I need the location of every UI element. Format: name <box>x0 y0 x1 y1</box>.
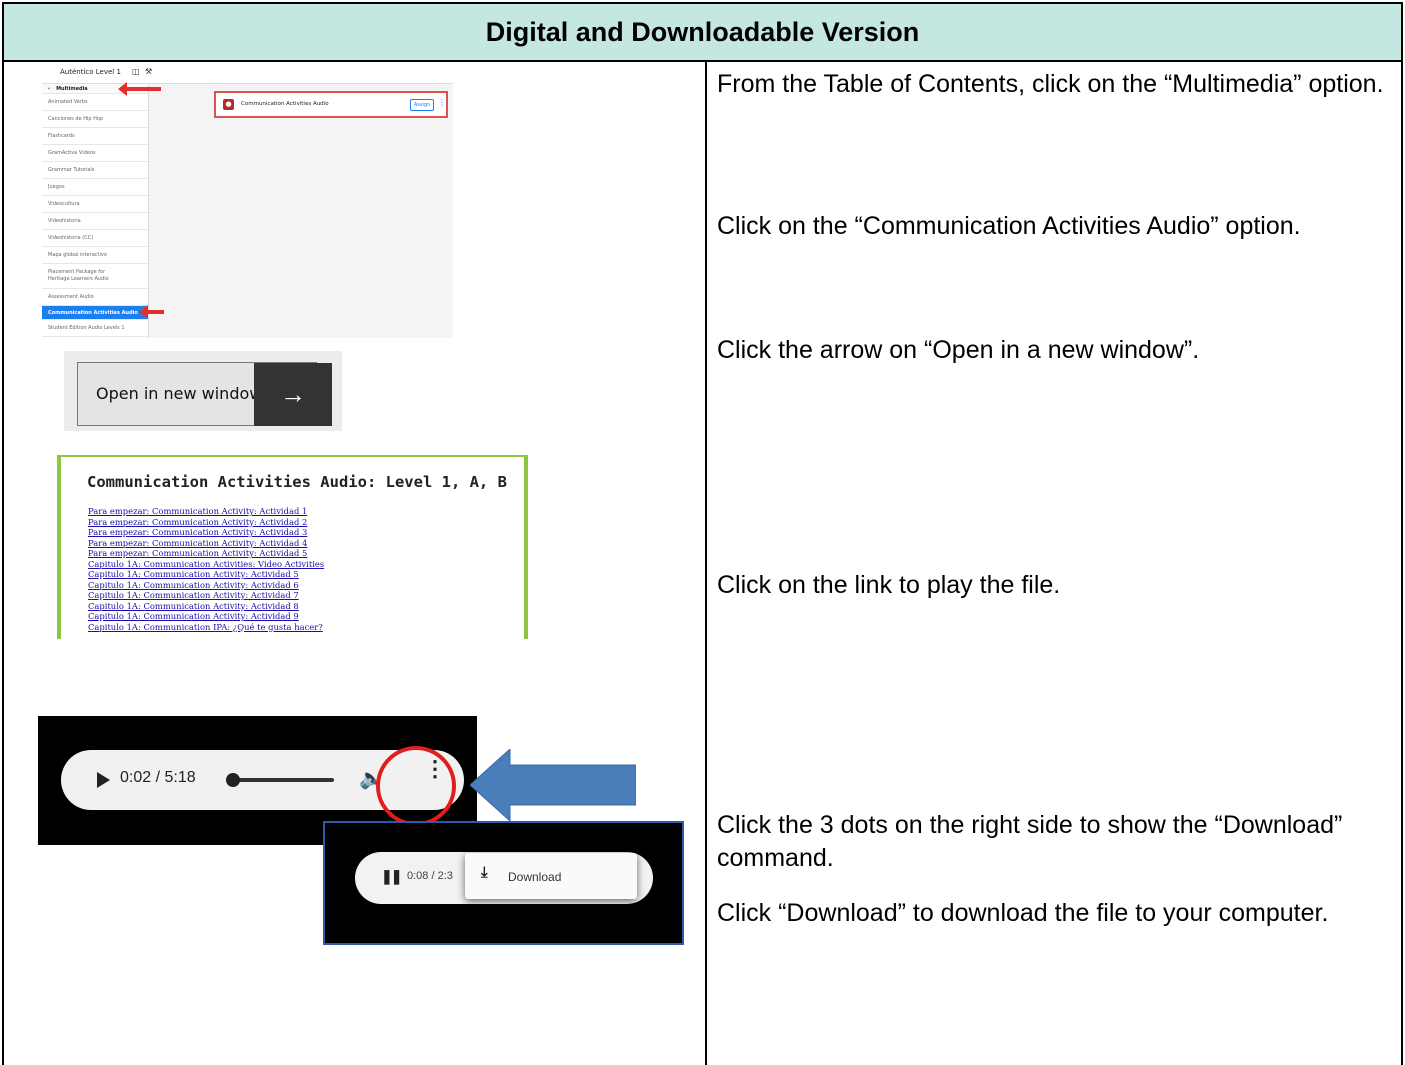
assign-button[interactable]: Assign <box>410 99 434 111</box>
resource-card-title: Communication Activities Audio <box>241 101 329 107</box>
instruction-step: Click the arrow on “Open in a new window… <box>717 336 1200 364</box>
sidebar-item[interactable]: Student Edition Audio Levels 1 <box>42 320 148 337</box>
sidebar-item[interactable]: Juegos <box>42 179 148 196</box>
table-header: Digital and Downloadable Version <box>2 2 1403 62</box>
highlight-circle <box>376 746 456 826</box>
seek-bar[interactable] <box>233 778 334 782</box>
download-menu-screenshot: ❚❚ 0:08 / 2:3 ⤓ Download <box>323 821 684 945</box>
audio-link[interactable]: Para empezar: Communication Activity: Ac… <box>88 548 307 558</box>
wrench-icon[interactable]: ⚒ <box>145 67 152 76</box>
sidebar-item-communication-audio[interactable]: Communication Activities Audio <box>42 306 148 320</box>
play-icon[interactable] <box>97 772 110 788</box>
open-new-window-screenshot: Open in new window → <box>64 351 342 431</box>
toc-sidebar: ‹ Multimedia Animated Verbs Canciones de… <box>42 84 149 338</box>
audio-link[interactable]: Para empezar: Communication Activity: Ac… <box>88 527 307 537</box>
table-column-divider <box>705 60 707 1065</box>
instruction-step: Click on the “Communication Activities A… <box>717 212 1301 240</box>
app-topbar: Auténtico Level 1 ◫ ⚒ <box>42 63 453 84</box>
audio-link[interactable]: Capitulo 1A: Communication Activities: V… <box>88 559 324 569</box>
download-icon: ⤓ <box>481 864 488 881</box>
sidebar-item[interactable]: Animated Verbs <box>42 94 148 111</box>
sidebar-item[interactable]: Placement Package for Heritage Learners … <box>42 264 148 289</box>
app-title: Auténtico Level 1 <box>60 68 121 76</box>
back-chevron-icon: ‹ <box>48 85 51 92</box>
instruction-step: Click the 3 dots on the right side to sh… <box>717 811 1343 872</box>
instruction-step: From the Table of Contents, click on the… <box>717 70 1384 98</box>
audio-link[interactable]: Capitulo 1A: Communication Activity: Act… <box>88 590 299 600</box>
arrow-right-icon[interactable]: → <box>254 363 332 426</box>
book-icon[interactable]: ◫ <box>132 67 140 76</box>
resource-card[interactable]: ● Communication Activities Audio Assign … <box>214 91 448 118</box>
audio-resource-icon: ● <box>223 99 234 110</box>
audio-link[interactable]: Para empezar: Communication Activity: Ac… <box>88 538 307 548</box>
sidebar-item[interactable]: Canciones de Hip Hop <box>42 111 148 128</box>
links-page-title: Communication Activities Audio: Level 1,… <box>87 473 507 491</box>
pause-icon[interactable]: ❚❚ <box>381 868 403 885</box>
sidebar-item[interactable]: Grammar Tutorials <box>42 162 148 179</box>
sidebar-item[interactable]: Flashcards <box>42 128 148 145</box>
audio-time: 0:02 / 5:18 <box>120 769 196 786</box>
sidebar-item[interactable]: Videohistoria (CC) <box>42 230 148 247</box>
table-border-right <box>1401 60 1403 1065</box>
sidebar-item[interactable]: Assessment Audio <box>42 289 148 306</box>
sidebar-item[interactable]: Mapa global interactivo <box>42 247 148 264</box>
audio-link[interactable]: Para empezar: Communication Activity: Ac… <box>88 506 307 516</box>
multimedia-screenshot: Auténtico Level 1 ◫ ⚒ ‹ Multimedia Anima… <box>42 63 453 338</box>
download-menu-item[interactable]: ⤓ Download <box>465 853 637 899</box>
download-label: Download <box>508 870 562 884</box>
audio-link[interactable]: Capitulo 1A: Communication IPA: ¿Qué te … <box>88 622 323 632</box>
red-pointer-arrow-icon <box>118 82 161 96</box>
more-options-icon[interactable]: ⋮ <box>438 98 446 107</box>
instruction-table: Digital and Downloadable Version Auténti… <box>0 0 1405 1065</box>
sidebar-item[interactable]: GramActiva Videos <box>42 145 148 162</box>
red-pointer-arrow-icon <box>139 305 164 319</box>
sidebar-item[interactable]: Videocultura <box>42 196 148 213</box>
audio-link[interactable]: Capitulo 1A: Communication Activity: Act… <box>88 580 299 590</box>
audio-link[interactable]: Capitulo 1A: Communication Activity: Act… <box>88 569 299 579</box>
audio-link[interactable]: Para empezar: Communication Activity: Ac… <box>88 517 307 527</box>
open-new-window-button[interactable]: Open in new window → <box>77 362 332 426</box>
blue-pointer-arrow-icon <box>470 749 636 821</box>
audio-link[interactable]: Capitulo 1A: Communication Activity: Act… <box>88 611 299 621</box>
seek-handle[interactable] <box>226 773 240 787</box>
sidebar-item[interactable]: Videohistoria <box>42 213 148 230</box>
instruction-step: Click “Download” to download the file to… <box>717 899 1329 927</box>
instruction-step: Click on the link to play the file. <box>717 571 1061 599</box>
audio-link[interactable]: Capitulo 1A: Communication Activity: Act… <box>88 601 299 611</box>
audio-links-screenshot: Communication Activities Audio: Level 1,… <box>57 455 528 639</box>
audio-time: 0:08 / 2:3 <box>407 870 453 882</box>
table-title: Digital and Downloadable Version <box>485 16 920 47</box>
open-new-window-label: Open in new window <box>96 384 263 403</box>
table-border-left <box>2 60 4 1065</box>
